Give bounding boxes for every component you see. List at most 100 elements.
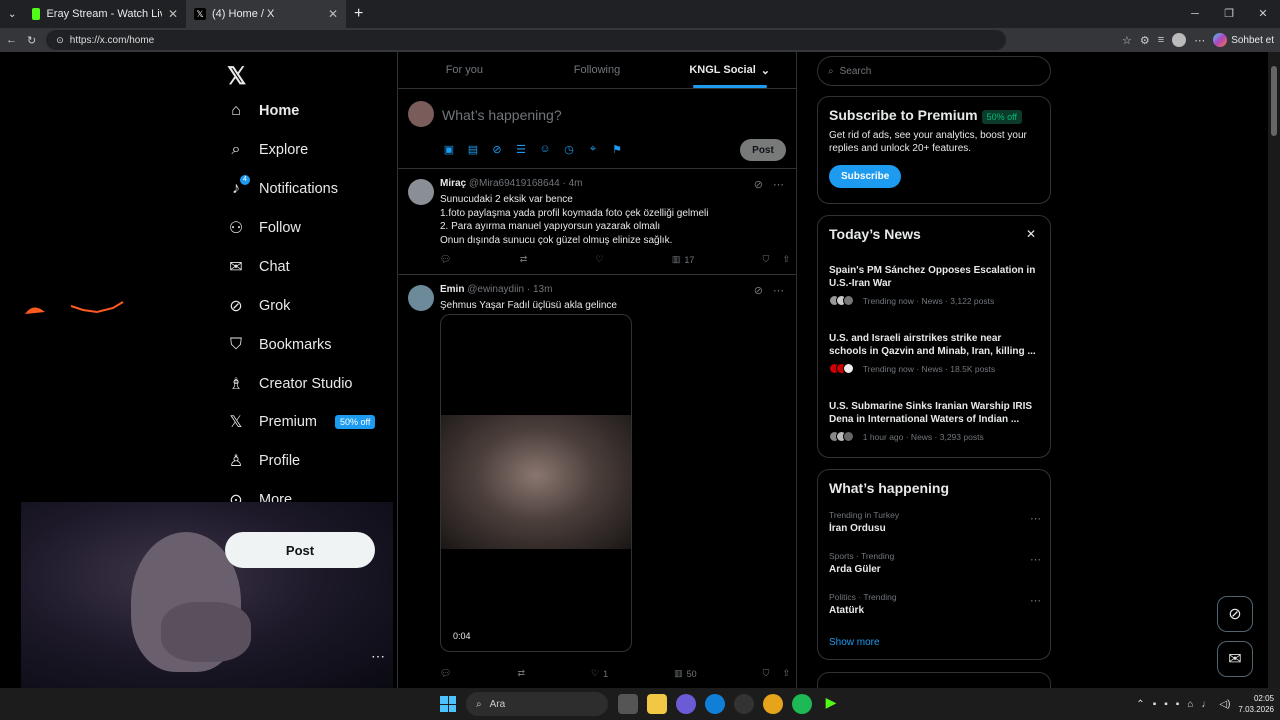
messages-float-button[interactable]: ✉ <box>1217 641 1253 677</box>
extensions-icon[interactable]: ⚙ <box>1140 34 1150 47</box>
avatar[interactable] <box>408 285 434 311</box>
nav-item-notifications[interactable]: ♪ 4 Notifications <box>227 175 338 198</box>
tweet[interactable]: Miraç @Mira69419168644 · 4m ⊘ ⋯ Sunucudak… <box>398 170 796 275</box>
tweet-author-name[interactable]: Miraç <box>440 178 466 189</box>
trend-item[interactable]: Sports · Trending Arda Güler ⋯ <box>829 551 1041 575</box>
kick-app-icon[interactable]: ▶ <box>821 694 841 714</box>
start-button[interactable] <box>440 696 456 712</box>
tweet-time[interactable]: · 13m <box>527 284 553 295</box>
tab-kngl-social[interactable]: KNGL Social ⌄ <box>663 52 796 88</box>
browser-tab-kick[interactable]: Eray Stream - Watch Live on Kick ✕ <box>24 0 186 28</box>
bookmark-icon[interactable]: ⛉ <box>763 254 770 265</box>
copilot-button[interactable]: Sohbet et <box>1213 33 1274 47</box>
favorites-star-icon[interactable]: ☆ <box>1122 34 1132 47</box>
tray-app-icon[interactable]: ▪ <box>1176 699 1180 710</box>
nav-item-explore[interactable]: ⌕ Explore <box>227 141 309 159</box>
tweet-time[interactable]: · 4m <box>562 178 582 189</box>
close-tab-icon[interactable]: ✕ <box>168 7 178 21</box>
menu-dots-icon[interactable]: ⋯ <box>1194 34 1205 47</box>
share-icon[interactable]: ⇧ <box>782 254 790 265</box>
close-window-icon[interactable]: ✕ <box>1246 0 1280 28</box>
tray-app-icon[interactable]: ▪ <box>1164 699 1168 710</box>
nav-item-home[interactable]: ⌂ Home <box>227 102 299 120</box>
compose-input[interactable]: What’s happening? <box>442 107 562 123</box>
tab-for-you[interactable]: For you <box>398 52 531 88</box>
subscribe-button[interactable]: Subscribe <box>829 165 902 188</box>
tray-chevron-icon[interactable]: ⌃ <box>1136 699 1144 710</box>
collections-icon[interactable]: ≡ <box>1158 34 1164 46</box>
views-button[interactable]: ▥ 50 <box>674 668 697 679</box>
news-item[interactable]: Spain's PM Sánchez Opposes Escalation in… <box>829 264 1041 306</box>
account-menu-icon[interactable]: ⋯ <box>371 648 385 665</box>
show-more-link[interactable]: Show more <box>829 637 880 648</box>
reply-icon[interactable]: 💬︎ <box>440 254 451 265</box>
steam-icon[interactable] <box>734 694 754 714</box>
grok-icon[interactable]: ⊘ <box>754 178 763 191</box>
more-dots-icon[interactable]: ⋯ <box>1030 512 1041 525</box>
more-dots-icon[interactable]: ⋯ <box>773 284 784 297</box>
url-field[interactable]: ⊙ https://x.com/home <box>46 30 1007 50</box>
tab-list-button[interactable]: ⌄ <box>0 0 24 28</box>
edge-icon[interactable] <box>705 694 725 714</box>
more-dots-icon[interactable]: ⋯ <box>1030 594 1041 607</box>
chrome-icon[interactable] <box>763 694 783 714</box>
profile-avatar[interactable] <box>1172 33 1187 47</box>
news-item[interactable]: U.S. Submarine Sinks Iranian Warship IRI… <box>829 400 1041 442</box>
trend-item[interactable]: Trending in Turkey İran Ordusu ⋯ <box>829 510 1041 534</box>
schedule-icon[interactable]: ◷ <box>562 143 576 156</box>
tweet-author-name[interactable]: Emin <box>440 284 464 295</box>
image-icon[interactable]: ▣ <box>442 143 456 156</box>
taskbar-clock[interactable]: 02:05 7.03.2026 <box>1238 693 1274 715</box>
network-icon[interactable]: ⌂ <box>1187 699 1193 710</box>
task-view-icon[interactable] <box>618 694 638 714</box>
gif-icon[interactable]: ▤ <box>466 143 480 156</box>
page-scrollbar[interactable] <box>1268 52 1280 688</box>
bookmark-icon[interactable]: ⛉ <box>763 668 770 679</box>
taskbar-search[interactable]: ⌕ Ara <box>466 692 608 716</box>
nav-item-bookmarks[interactable]: ⛉ Bookmarks <box>227 336 332 354</box>
more-dots-icon[interactable]: ⋯ <box>773 178 784 191</box>
nav-item-follow[interactable]: ⚇ Follow <box>227 219 301 237</box>
nav-item-profile[interactable]: ♙ Profile <box>227 452 300 470</box>
trend-item[interactable]: Politics · Trending Atatürk ⋯ <box>829 592 1041 616</box>
repost-icon[interactable]: ⇄ <box>520 254 528 265</box>
nav-item-premium[interactable]: 𝕏 Premium 50% off <box>227 413 376 431</box>
news-item[interactable]: U.S. and Israeli airstrikes strike near … <box>829 332 1041 374</box>
browser-tab-x[interactable]: 𝕏 (4) Home / X ✕ <box>186 0 346 28</box>
restore-icon[interactable]: ❐ <box>1212 0 1246 28</box>
file-explorer-icon[interactable] <box>647 694 667 714</box>
discord-icon[interactable] <box>676 694 696 714</box>
grok-icon[interactable]: ⊘ <box>754 284 763 297</box>
more-dots-icon[interactable]: ⋯ <box>1030 553 1041 566</box>
reply-icon[interactable]: 💬︎ <box>440 668 451 679</box>
views-button[interactable]: ▥ 17 <box>672 254 695 265</box>
spotify-icon[interactable] <box>792 694 812 714</box>
emoji-icon[interactable]: ☺ <box>538 143 552 156</box>
reload-icon[interactable]: ↻ <box>27 34 36 47</box>
location-icon[interactable]: ⌖ <box>586 143 600 156</box>
grok-float-button[interactable]: ⊘ <box>1217 596 1253 632</box>
close-icon[interactable]: ✕ <box>1026 227 1036 241</box>
post-button[interactable]: Post <box>225 532 375 568</box>
repost-icon[interactable]: ⇄ <box>517 668 525 679</box>
poll-icon[interactable]: ☰ <box>514 143 528 156</box>
x-logo-icon[interactable]: 𝕏 <box>227 62 246 91</box>
like-icon[interactable]: ♡ <box>596 254 604 265</box>
scrollbar-thumb[interactable] <box>1271 66 1277 136</box>
minimize-icon[interactable]: ─ <box>1178 0 1212 28</box>
grok-icon[interactable]: ⊘ <box>490 143 504 156</box>
site-info-icon[interactable]: ⊙ <box>56 35 64 46</box>
nav-item-chat[interactable]: ✉ Chat <box>227 258 289 276</box>
flag-icon[interactable]: ⚑ <box>610 143 624 156</box>
search-input[interactable]: ⌕ Search <box>817 56 1051 86</box>
nav-item-grok[interactable]: ⊘ Grok <box>227 297 290 315</box>
tweet-video[interactable]: 0:04 <box>440 314 632 652</box>
microphone-icon[interactable]: ♩ <box>1201 699 1211 710</box>
back-icon[interactable]: ← <box>6 34 17 46</box>
tweet-author-handle[interactable]: @ewinaydiin <box>467 284 524 295</box>
tab-following[interactable]: Following <box>531 52 664 88</box>
share-icon[interactable]: ⇧ <box>782 668 790 679</box>
avatar[interactable] <box>408 179 434 205</box>
close-tab-icon[interactable]: ✕ <box>328 7 338 21</box>
tray-app-icon[interactable]: ▪ <box>1153 699 1157 710</box>
